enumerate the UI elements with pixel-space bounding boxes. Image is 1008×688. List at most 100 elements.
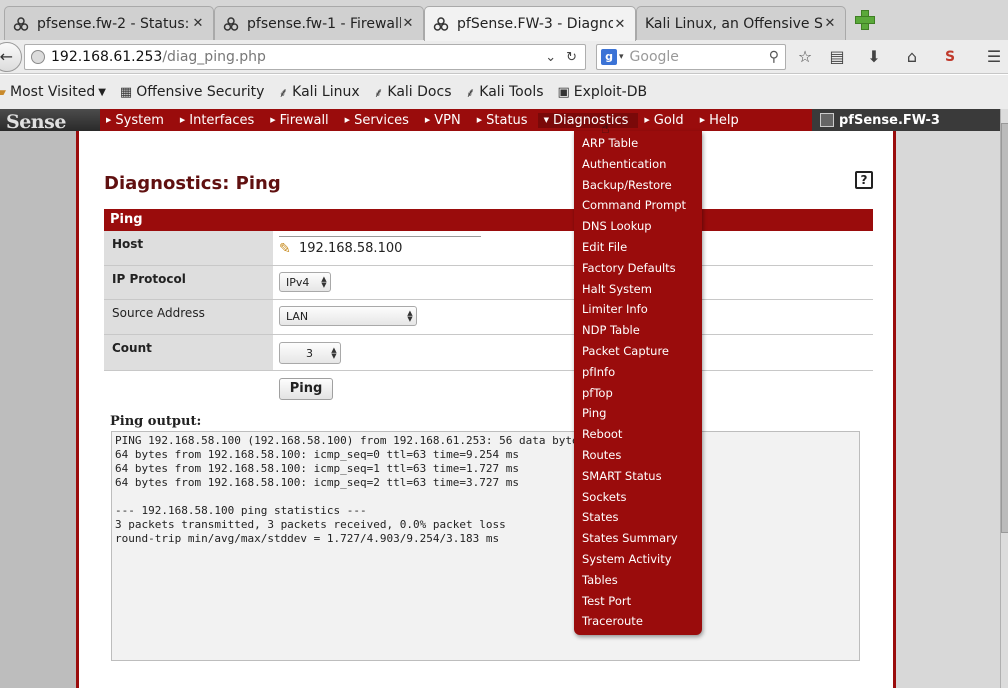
menu-hamburger-icon[interactable]: ☰ [984, 47, 1004, 67]
menu-label: VPN [434, 112, 461, 128]
host-label: Host [104, 231, 273, 265]
menu-gold[interactable]: ▶ Gold [638, 113, 693, 128]
diagnostics-menu-item[interactable]: Traceroute [574, 611, 702, 632]
menu-label: Diagnostics [552, 112, 629, 128]
form-row-host: Host ✎ 192.168.58.100 [104, 231, 873, 266]
diagnostics-menu-item[interactable]: Sockets [574, 487, 702, 508]
diagnostics-menu-item[interactable]: Tables [574, 570, 702, 591]
bookmark-offensive-security[interactable]: ▦ Offensive Security [120, 84, 264, 100]
new-tab-plus-icon[interactable] [855, 10, 875, 30]
diagnostics-menu-item[interactable]: Command Prompt [574, 195, 702, 216]
ip-protocol-select[interactable]: IPv4 ▲ ▼ [279, 272, 331, 292]
tab-title: pfsense.fw-1 - Firewall: NA [247, 15, 401, 32]
host-value: 192.168.58.100 [299, 241, 403, 256]
history-dropdown-icon[interactable]: ⌄ [545, 50, 556, 65]
pfsense-logo[interactable]: Sense [0, 109, 86, 133]
help-question-icon[interactable]: ? [855, 171, 873, 189]
diagnostics-menu-item[interactable]: ARP Table [574, 133, 702, 154]
count-select[interactable]: 3 ▲ ▼ [279, 342, 341, 364]
menu-interfaces[interactable]: ▶ Interfaces [174, 113, 264, 128]
folder-icon: ▰ [0, 84, 6, 100]
diagnostics-menu-item[interactable]: Test Port [574, 591, 702, 612]
source-address-select[interactable]: LAN ▲ ▼ [279, 306, 417, 326]
select-arrows-icon: ▲ ▼ [407, 309, 413, 323]
search-icon[interactable]: ⚲ [769, 49, 779, 65]
diagnostics-menu-item[interactable]: Authentication [574, 154, 702, 175]
diagnostics-menu-item[interactable]: States [574, 507, 702, 528]
browser-tab[interactable]: Kali Linux, an Offensive Se ✕ [636, 6, 846, 40]
count-value: 3 [306, 346, 313, 360]
menu-firewall[interactable]: ▶ Firewall [264, 113, 338, 128]
menu-vpn[interactable]: ▶ VPN [419, 113, 471, 128]
diagnostics-menu-item[interactable]: Packet Capture [574, 341, 702, 362]
diagnostics-menu-item[interactable]: DNS Lookup [574, 216, 702, 237]
mouse-cursor-icon: ☝ [601, 121, 610, 137]
browser-tab[interactable]: pfsense.fw-1 - Firewall: NA ✕ [214, 6, 424, 40]
diagnostics-menu-item[interactable]: pfInfo [574, 362, 702, 383]
ping-button[interactable]: Ping [279, 378, 333, 400]
chevron-down-icon: ▼ [98, 86, 106, 98]
form-row-source-address: Source Address LAN ▲ ▼ [104, 300, 873, 335]
bookmark-label: Kali Tools [479, 84, 544, 100]
diagnostics-menu-item[interactable]: Halt System [574, 279, 702, 300]
back-arrow-icon[interactable]: ← [0, 42, 22, 72]
network-icon [820, 113, 834, 127]
search-bar[interactable]: g ▾ Google ⚲ [596, 44, 786, 70]
bookmark-label: Most Visited [10, 84, 96, 100]
url-bar[interactable]: 192.168.61.253/diag_ping.php ⌄ ↻ [24, 44, 586, 70]
menu-status[interactable]: ▶ Status [471, 113, 538, 128]
tab-close-icon[interactable]: ✕ [401, 16, 415, 31]
ping-output-textarea[interactable]: PING 192.168.58.100 (192.168.58.100) fro… [111, 431, 860, 661]
search-engine-dropdown-icon[interactable]: ▾ [619, 52, 624, 62]
google-icon[interactable]: g [601, 49, 617, 65]
diagnostics-menu-item[interactable]: Routes [574, 445, 702, 466]
diagnostics-menu-item[interactable]: System Activity [574, 549, 702, 570]
menu-diagnostics[interactable]: ▼ Diagnostics [537, 112, 639, 128]
bookmark-star-icon[interactable]: ☆ [795, 47, 815, 67]
bookmarks-list-icon[interactable]: ▤ [827, 47, 847, 67]
bookmark-label: Exploit-DB [573, 84, 648, 100]
menu-help[interactable]: ▶ Help [694, 113, 749, 128]
diagnostics-menu-item[interactable]: Ping [574, 403, 702, 424]
menu-system[interactable]: ▶ System [100, 113, 174, 128]
diagnostics-menu-item[interactable]: NDP Table [574, 320, 702, 341]
arrow-right-icon: ▶ [699, 116, 706, 124]
diagnostics-menu-item[interactable]: Backup/Restore [574, 175, 702, 196]
bookmark-exploit-db[interactable]: ▣ Exploit-DB [558, 84, 648, 100]
diagnostics-menu-item[interactable]: Limiter Info [574, 299, 702, 320]
tab-title: pfSense.FW-3 - Diagnos [457, 16, 613, 32]
bookmark-label: Offensive Security [136, 84, 265, 100]
diagnostics-menu-item[interactable]: Edit File [574, 237, 702, 258]
home-icon[interactable]: ⌂ [902, 47, 922, 67]
diagnostics-menu-item[interactable]: SMART Status [574, 466, 702, 487]
bookmark-kali-tools[interactable]: ⸙ Kali Tools [466, 83, 544, 101]
host-input[interactable]: ✎ 192.168.58.100 [279, 236, 481, 260]
content-panel: Diagnostics: Ping ? Ping Host ✎ 192.168.… [76, 131, 896, 688]
menu-services[interactable]: ▶ Services [339, 113, 419, 128]
addon-s-icon[interactable]: S [940, 47, 960, 67]
source-address-label: Source Address [104, 300, 273, 334]
pfsense-favicon-icon [433, 16, 449, 32]
bookmark-most-visited[interactable]: ▰ Most Visited ▼ [0, 84, 106, 100]
diagnostics-dropdown-menu: ARP Table Authentication Backup/Restore Com… [574, 131, 702, 635]
diagnostics-menu-item[interactable]: Reboot [574, 424, 702, 445]
bookmark-kali-linux[interactable]: ⸙ Kali Linux [278, 83, 359, 101]
diagnostics-menu-item[interactable]: States Summary [574, 528, 702, 549]
select-arrows-icon: ▲ ▼ [331, 346, 337, 360]
arrow-right-icon: ▶ [270, 116, 276, 124]
tab-close-icon[interactable]: ✕ [191, 16, 205, 31]
browser-nav-bar: ← 192.168.61.253/diag_ping.php ⌄ ↻ g ▾ G… [0, 40, 1008, 74]
browser-tab[interactable]: pfsense.fw-2 - Status: Da ✕ [4, 6, 214, 40]
scrollbar-thumb[interactable] [1001, 123, 1008, 533]
diagnostics-menu-item[interactable]: pfTop [574, 383, 702, 404]
tab-close-icon[interactable]: ✕ [613, 17, 627, 32]
diagnostics-menu-item[interactable]: Factory Defaults [574, 258, 702, 279]
page-title: Diagnostics: Ping [104, 173, 281, 194]
download-arrow-icon[interactable]: ⬇ [864, 47, 884, 67]
arrow-right-icon: ▶ [344, 116, 351, 124]
bookmark-kali-docs[interactable]: ⸙ Kali Docs [374, 83, 452, 101]
tab-close-icon[interactable]: ✕ [823, 16, 837, 31]
browser-tab-active[interactable]: pfSense.FW-3 - Diagnos ✕ [424, 6, 636, 41]
vertical-scrollbar[interactable] [1000, 109, 1008, 688]
reload-icon[interactable]: ↻ [566, 50, 577, 65]
